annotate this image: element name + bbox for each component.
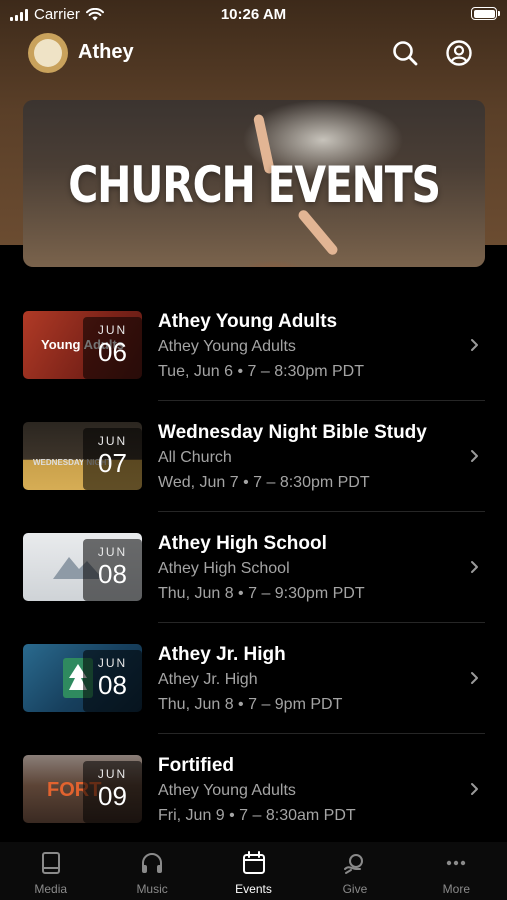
event-time: Wed, Jun 7 • 7 – 8:30pm PDT [158, 474, 370, 491]
event-subtitle: Athey Young Adults [158, 338, 296, 355]
event-time: Thu, Jun 8 • 7 – 9:30pm PDT [158, 585, 365, 602]
tab-give[interactable]: Give [304, 842, 405, 900]
tab-label: Give [342, 882, 368, 896]
date-badge: JUN 08 [83, 650, 142, 712]
event-title: Fortified [158, 755, 234, 776]
event-subtitle: Athey Jr. High [158, 671, 258, 688]
event-row[interactable]: JUN 08 Athey High School Athey High Scho… [0, 512, 507, 623]
date-badge: JUN 09 [83, 761, 142, 823]
event-row[interactable]: WEDNESDAY NIGHT JUN 07 Wednesday Night B… [0, 401, 507, 512]
profile-icon[interactable] [445, 39, 473, 67]
chevron-right-icon [471, 339, 478, 351]
tab-label: More [442, 882, 470, 896]
event-time: Thu, Jun 8 • 7 – 9pm PDT [158, 696, 343, 713]
hero-title: CHURCH EVENTS [68, 156, 441, 214]
date-day: 09 [98, 781, 127, 811]
tab-media[interactable]: Media [0, 842, 101, 900]
event-row[interactable]: Young Adults JUN 06 Athey Young Adults A… [0, 290, 507, 401]
event-title: Athey Jr. High [158, 644, 286, 665]
logo-mark [34, 39, 62, 67]
date-badge: JUN 06 [83, 317, 142, 379]
church-logo[interactable] [28, 33, 68, 73]
tab-events[interactable]: Events [203, 842, 304, 900]
event-title: Wednesday Night Bible Study [158, 422, 427, 443]
date-day: 07 [98, 448, 127, 478]
date-badge: JUN 07 [83, 428, 142, 490]
date-month: JUN [97, 656, 128, 670]
chevron-right-icon [471, 672, 478, 684]
date-month: JUN [97, 767, 128, 781]
app-header: Athey [0, 32, 507, 74]
date-badge: JUN 08 [83, 539, 142, 601]
tab-bar: Media Music Events Give More [0, 842, 507, 900]
tab-label: Music [136, 882, 168, 896]
give-icon [343, 854, 363, 874]
event-subtitle: All Church [158, 449, 232, 466]
event-title: Athey Young Adults [158, 311, 338, 332]
tab-label: Media [34, 882, 68, 896]
hero-banner[interactable]: CHURCH EVENTS [23, 100, 485, 267]
date-day: 06 [98, 337, 127, 367]
raised-hand [296, 208, 340, 257]
tab-more[interactable]: More [406, 842, 507, 900]
date-month: JUN [97, 545, 128, 559]
app-title: Athey [78, 41, 134, 63]
chevron-right-icon [471, 783, 478, 795]
tab-label: Events [235, 882, 272, 896]
more-icon [447, 860, 466, 866]
headphones-icon [142, 853, 163, 873]
search-icon[interactable] [391, 39, 419, 67]
event-subtitle: Athey High School [158, 560, 290, 577]
event-row[interactable]: FORT JUN 09 Fortified Athey Young Adults… [0, 734, 507, 845]
chevron-right-icon [471, 561, 478, 573]
event-list: Young Adults JUN 06 Athey Young Adults A… [0, 290, 507, 845]
status-time: 10:26 AM [220, 6, 287, 23]
event-time: Fri, Jun 9 • 7 – 8:30am PDT [158, 807, 356, 824]
date-month: JUN [97, 323, 128, 337]
tab-music[interactable]: Music [101, 842, 202, 900]
event-title: Athey High School [158, 533, 327, 554]
status-bar: Carrier 10:26 AM [0, 0, 507, 30]
chevron-right-icon [471, 450, 478, 462]
date-month: JUN [97, 434, 128, 448]
event-row[interactable]: JUN 08 Athey Jr. High Athey Jr. High Thu… [0, 623, 507, 734]
date-day: 08 [98, 670, 127, 700]
event-subtitle: Athey Young Adults [158, 782, 296, 799]
date-day: 08 [98, 559, 127, 589]
book-icon [41, 852, 60, 874]
calendar-icon [242, 851, 265, 874]
battery-icon [471, 7, 500, 20]
event-time: Tue, Jun 6 • 7 – 8:30pm PDT [158, 363, 364, 380]
